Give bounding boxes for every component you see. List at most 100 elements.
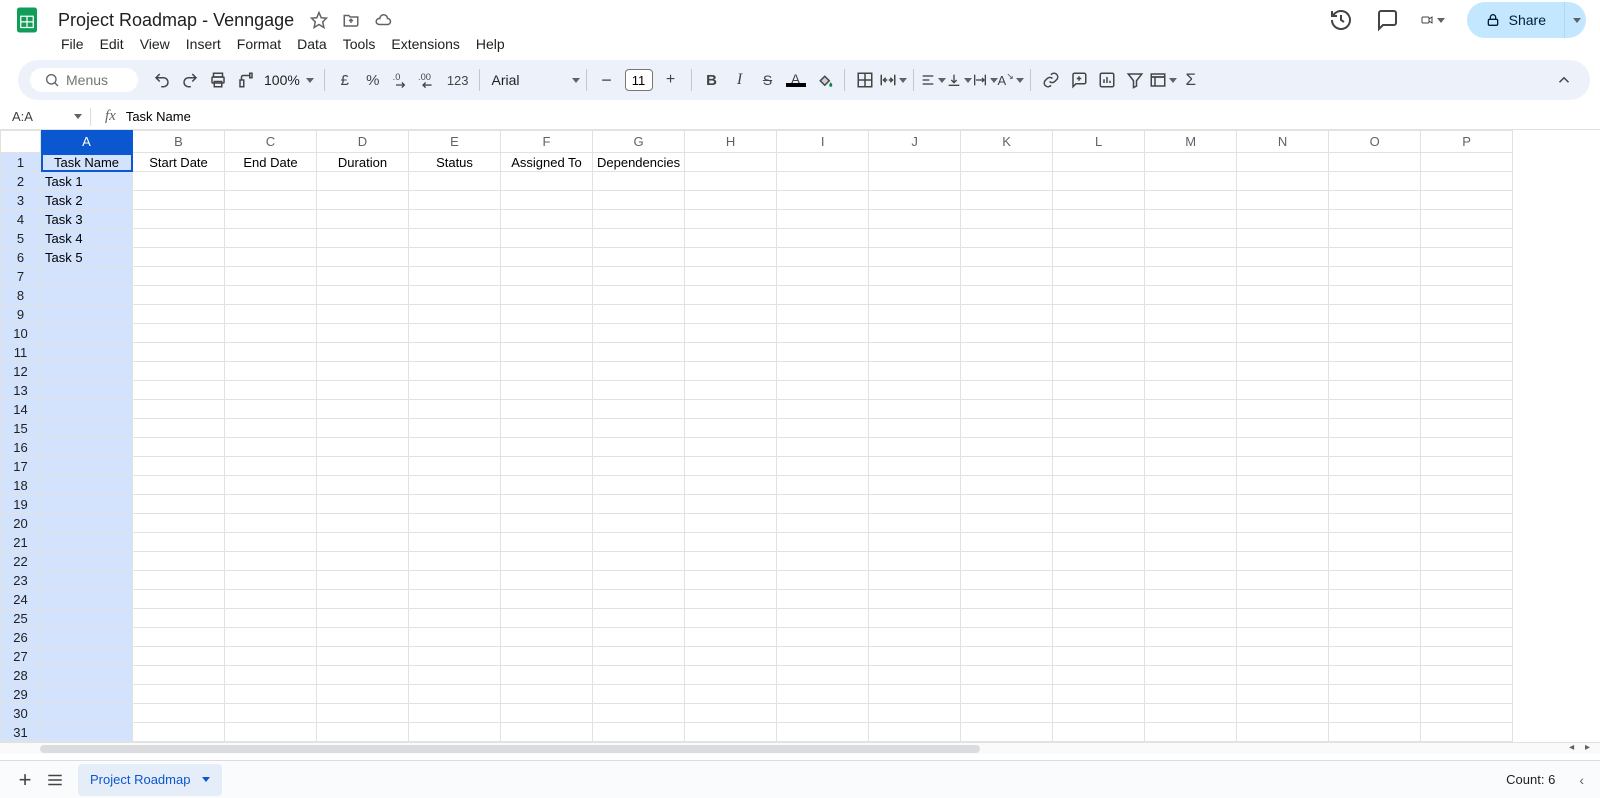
cell-A28[interactable] [41,666,133,685]
cell-M16[interactable] [1145,438,1237,457]
cell-O12[interactable] [1329,362,1421,381]
font-select[interactable]: Arial [486,72,580,88]
decrease-decimal-button[interactable]: .0 [387,66,415,94]
more-formats-button[interactable]: 123 [443,66,473,94]
cell-D19[interactable] [317,495,409,514]
cell-B9[interactable] [133,305,225,324]
cell-H16[interactable] [685,438,777,457]
cell-F22[interactable] [501,552,593,571]
cell-K29[interactable] [961,685,1053,704]
cell-L20[interactable] [1053,514,1145,533]
font-size-increase[interactable]: + [657,66,685,94]
cell-G15[interactable] [593,419,685,438]
cell-E10[interactable] [409,324,501,343]
status-count[interactable]: Count: 6 [1506,772,1555,787]
cell-D28[interactable] [317,666,409,685]
borders-button[interactable] [851,66,879,94]
cell-P26[interactable] [1421,628,1513,647]
cell-P7[interactable] [1421,267,1513,286]
cell-G22[interactable] [593,552,685,571]
cell-L11[interactable] [1053,343,1145,362]
cell-D8[interactable] [317,286,409,305]
cell-E12[interactable] [409,362,501,381]
cell-I22[interactable] [777,552,869,571]
cell-A27[interactable] [41,647,133,666]
percent-button[interactable]: % [359,66,387,94]
cell-L1[interactable] [1053,153,1145,172]
cell-K25[interactable] [961,609,1053,628]
cell-A23[interactable] [41,571,133,590]
cell-P23[interactable] [1421,571,1513,590]
cell-A5[interactable]: Task 4 [41,229,133,248]
cell-C8[interactable] [225,286,317,305]
row-header-21[interactable]: 21 [1,533,41,552]
cell-N14[interactable] [1237,400,1329,419]
cell-F19[interactable] [501,495,593,514]
cell-F25[interactable] [501,609,593,628]
row-header-29[interactable]: 29 [1,685,41,704]
cell-F10[interactable] [501,324,593,343]
zoom-select[interactable]: 100% [260,72,318,88]
row-header-12[interactable]: 12 [1,362,41,381]
cell-I15[interactable] [777,419,869,438]
cell-H20[interactable] [685,514,777,533]
cell-B26[interactable] [133,628,225,647]
cell-C28[interactable] [225,666,317,685]
cell-H23[interactable] [685,571,777,590]
cell-A22[interactable] [41,552,133,571]
cell-M20[interactable] [1145,514,1237,533]
cell-G5[interactable] [593,229,685,248]
cell-C11[interactable] [225,343,317,362]
cell-I31[interactable] [777,723,869,742]
cell-B25[interactable] [133,609,225,628]
cell-E9[interactable] [409,305,501,324]
column-header-E[interactable]: E [409,131,501,153]
cell-P11[interactable] [1421,343,1513,362]
cell-E20[interactable] [409,514,501,533]
cell-M5[interactable] [1145,229,1237,248]
expand-sidepanel-button[interactable]: ‹ [1573,772,1590,788]
column-header-K[interactable]: K [961,131,1053,153]
cell-M14[interactable] [1145,400,1237,419]
cell-P25[interactable] [1421,609,1513,628]
share-button[interactable]: Share [1467,2,1564,38]
text-color-button[interactable]: A [782,66,810,94]
cell-O13[interactable] [1329,381,1421,400]
rotate-text-button[interactable]: A↘ [998,66,1024,94]
insert-chart-button[interactable] [1093,66,1121,94]
cell-M17[interactable] [1145,457,1237,476]
cell-N31[interactable] [1237,723,1329,742]
row-header-26[interactable]: 26 [1,628,41,647]
cell-M2[interactable] [1145,172,1237,191]
menu-search-input[interactable] [66,72,124,88]
cell-A29[interactable] [41,685,133,704]
redo-button[interactable] [176,66,204,94]
cell-C13[interactable] [225,381,317,400]
row-header-9[interactable]: 9 [1,305,41,324]
cell-K7[interactable] [961,267,1053,286]
menu-edit[interactable]: Edit [93,34,131,54]
cell-I12[interactable] [777,362,869,381]
menu-view[interactable]: View [133,34,177,54]
cell-A9[interactable] [41,305,133,324]
cell-K14[interactable] [961,400,1053,419]
row-header-17[interactable]: 17 [1,457,41,476]
cell-J23[interactable] [869,571,961,590]
cell-J13[interactable] [869,381,961,400]
column-header-D[interactable]: D [317,131,409,153]
cell-B20[interactable] [133,514,225,533]
cell-A30[interactable] [41,704,133,723]
cell-D1[interactable]: Duration [317,153,409,172]
cell-L30[interactable] [1053,704,1145,723]
cell-D14[interactable] [317,400,409,419]
column-header-F[interactable]: F [501,131,593,153]
cell-N30[interactable] [1237,704,1329,723]
cell-N18[interactable] [1237,476,1329,495]
wrap-button[interactable] [972,66,998,94]
cell-M7[interactable] [1145,267,1237,286]
cell-F18[interactable] [501,476,593,495]
cell-H12[interactable] [685,362,777,381]
cell-E16[interactable] [409,438,501,457]
row-header-2[interactable]: 2 [1,172,41,191]
cell-K15[interactable] [961,419,1053,438]
